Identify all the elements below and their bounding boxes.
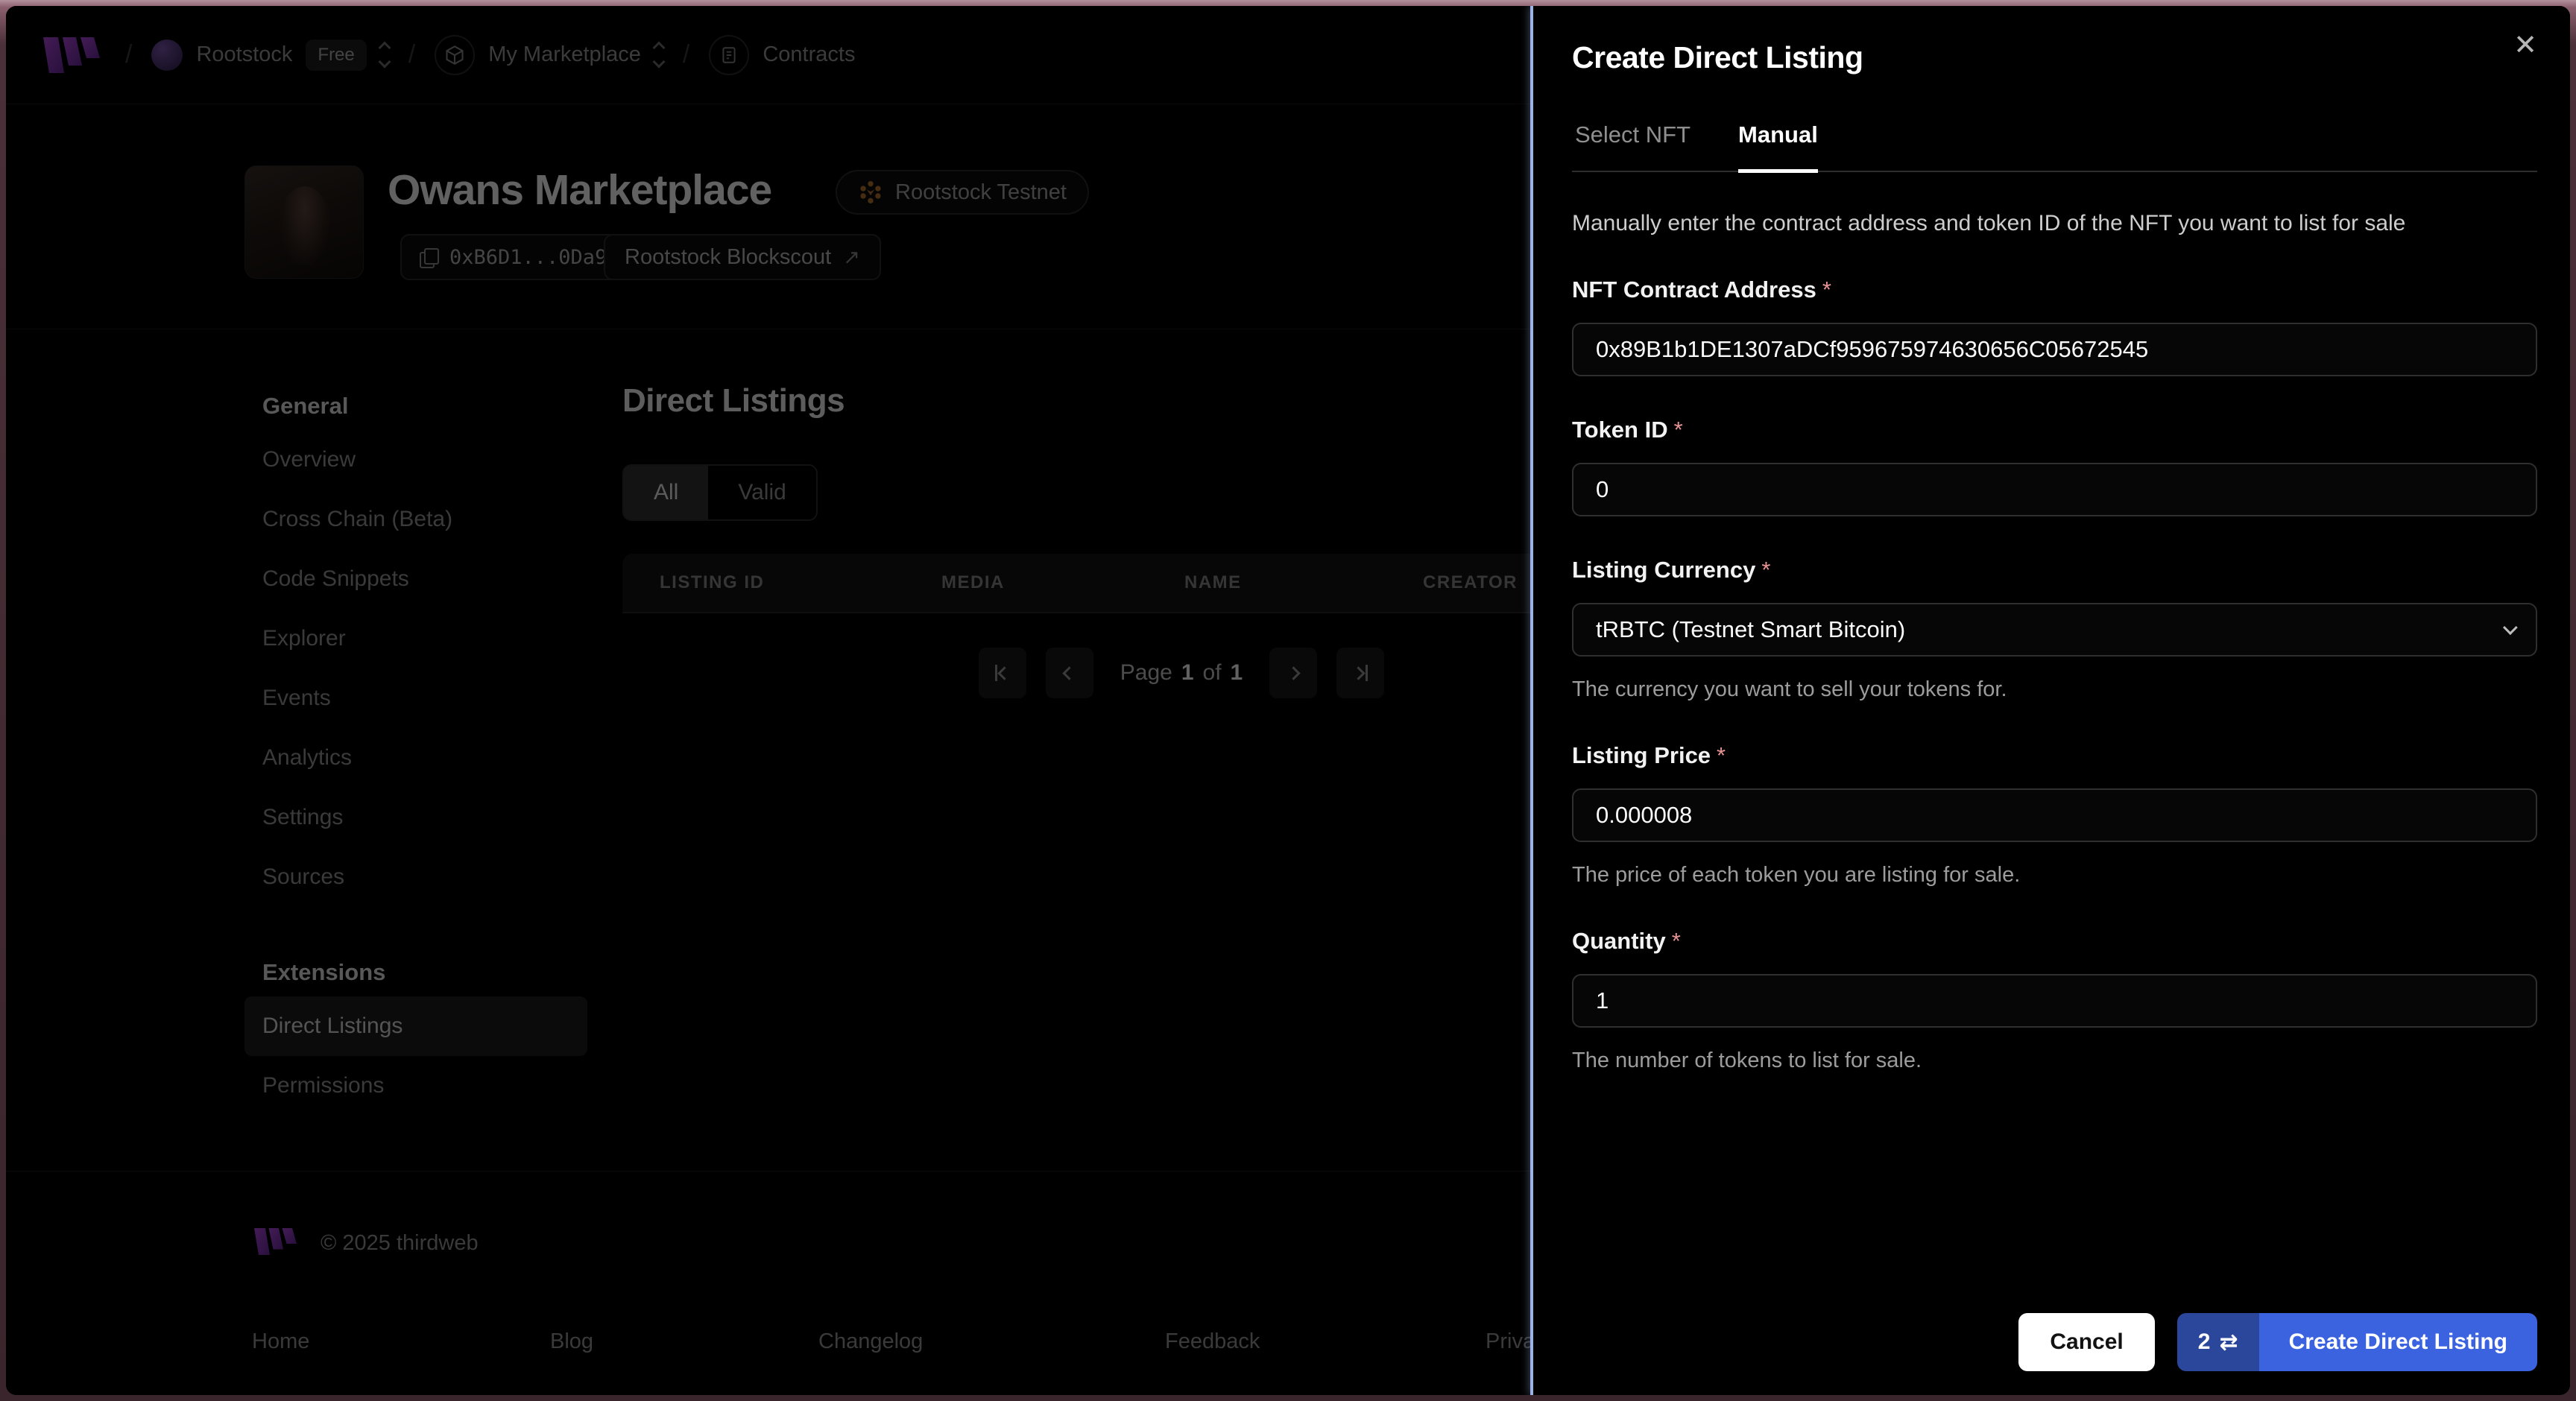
cancel-button[interactable]: Cancel: [2018, 1313, 2155, 1371]
submit-button-group: 2 ⇄ Create Direct Listing: [2176, 1313, 2537, 1371]
field-listing-currency: Listing Currency * tRBTC (Testnet Smart B…: [1572, 557, 2537, 702]
drawer-actions: Cancel 2 ⇄ Create Direct Listing: [2018, 1313, 2537, 1371]
tx-count-button[interactable]: 2 ⇄: [2176, 1313, 2259, 1371]
field-token-id: Token ID *: [1572, 417, 2537, 516]
drawer-tabs: Select NFT Manual: [1572, 121, 2537, 173]
app-window: / Rootstock Free / My Marketplace /: [6, 6, 2570, 1395]
listing-currency-select[interactable]: tRBTC (Testnet Smart Bitcoin): [1572, 603, 2537, 657]
contract-address-label: NFT Contract Address *: [1572, 276, 1831, 303]
field-listing-price: Listing Price* The price of each token y…: [1572, 742, 2537, 888]
tab-manual[interactable]: Manual: [1738, 121, 1818, 173]
create-direct-listing-button[interactable]: Create Direct Listing: [2258, 1313, 2537, 1371]
listing-currency-label: Listing Currency *: [1572, 557, 1771, 583]
contract-address-input[interactable]: [1572, 323, 2537, 376]
tx-count-value: 2: [2197, 1329, 2211, 1354]
token-id-label: Token ID *: [1572, 417, 1683, 443]
listing-price-helper: The price of each token you are listing …: [1572, 863, 2021, 887]
quantity-input[interactable]: [1572, 974, 2537, 1028]
token-id-input[interactable]: [1572, 463, 2537, 516]
drawer-description: Manually enter the contract address and …: [1572, 211, 2406, 235]
listing-currency-helper: The currency you want to sell your token…: [1572, 677, 2007, 701]
swap-arrows-icon: ⇄: [2219, 1329, 2238, 1355]
tab-select-nft[interactable]: Select NFT: [1575, 121, 1690, 171]
listing-currency-value: tRBTC (Testnet Smart Bitcoin): [1596, 616, 1906, 642]
create-direct-listing-drawer: ✕ Create Direct Listing Select NFT Manua…: [1530, 6, 2570, 1395]
listing-price-input[interactable]: [1572, 788, 2537, 842]
drawer-title: Create Direct Listing: [1572, 40, 1863, 75]
listing-price-label: Listing Price *: [1572, 742, 1726, 768]
field-contract-address: NFT Contract Address *: [1572, 276, 2537, 376]
chevron-down-icon: [2502, 620, 2518, 636]
field-quantity: Quantity* The number of tokens to list f…: [1572, 928, 2537, 1073]
quantity-label: Quantity *: [1572, 928, 1681, 954]
close-icon[interactable]: ✕: [2509, 24, 2542, 66]
quantity-helper: The number of tokens to list for sale.: [1572, 1049, 1922, 1072]
